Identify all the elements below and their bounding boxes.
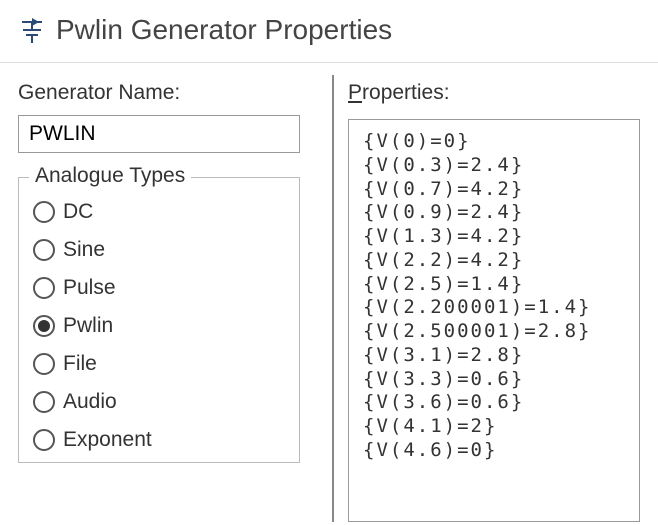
radio-circle-icon: [33, 277, 55, 299]
radio-circle-icon: [33, 239, 55, 261]
radio-label: Exponent: [63, 428, 152, 452]
generator-name-input[interactable]: [18, 115, 300, 153]
title-separator: [0, 62, 658, 63]
titlebar: Pwlin Generator Properties: [0, 0, 658, 54]
generator-source-icon: [18, 16, 46, 44]
radio-dot-icon: [38, 320, 50, 332]
radio-label: Audio: [63, 390, 117, 414]
radio-circle-icon: [33, 429, 55, 451]
analogue-type-radio-pwlin[interactable]: Pwlin: [33, 314, 285, 338]
radio-label: Pwlin: [63, 314, 113, 338]
properties-textarea[interactable]: {V(0)=0} {V(0.3)=2.4} {V(0.7)=4.2} {V(0.…: [348, 119, 640, 522]
properties-label: Properties:: [348, 81, 640, 105]
analogue-type-radio-sine[interactable]: Sine: [33, 238, 285, 262]
column-divider: [332, 75, 334, 522]
radio-circle-icon: [33, 353, 55, 375]
analogue-type-radio-audio[interactable]: Audio: [33, 390, 285, 414]
generator-name-label: Generator Name:: [18, 81, 300, 105]
right-column: Properties: {V(0)=0} {V(0.3)=2.4} {V(0.7…: [348, 75, 640, 522]
analogue-types-group: Analogue Types DCSinePulsePwlinFileAudio…: [18, 177, 300, 463]
radio-label: File: [63, 352, 97, 376]
radio-label: Sine: [63, 238, 105, 262]
left-column: Generator Name: Analogue Types DC Sine Pul…: [18, 75, 318, 522]
analogue-type-radio-pulse[interactable]: Pulse: [33, 276, 285, 300]
analogue-type-radio-file[interactable]: File: [33, 352, 285, 376]
radio-circle-icon: [33, 315, 55, 337]
window-title: Pwlin Generator Properties: [56, 14, 392, 46]
analogue-type-radio-exponent[interactable]: Exponent: [33, 428, 285, 452]
analogue-type-radio-dc[interactable]: DC: [33, 200, 285, 224]
analogue-types-legend: Analogue Types: [29, 164, 191, 188]
radio-label: Pulse: [63, 276, 116, 300]
radio-circle-icon: [33, 391, 55, 413]
radio-circle-icon: [33, 201, 55, 223]
radio-label: DC: [63, 200, 93, 224]
